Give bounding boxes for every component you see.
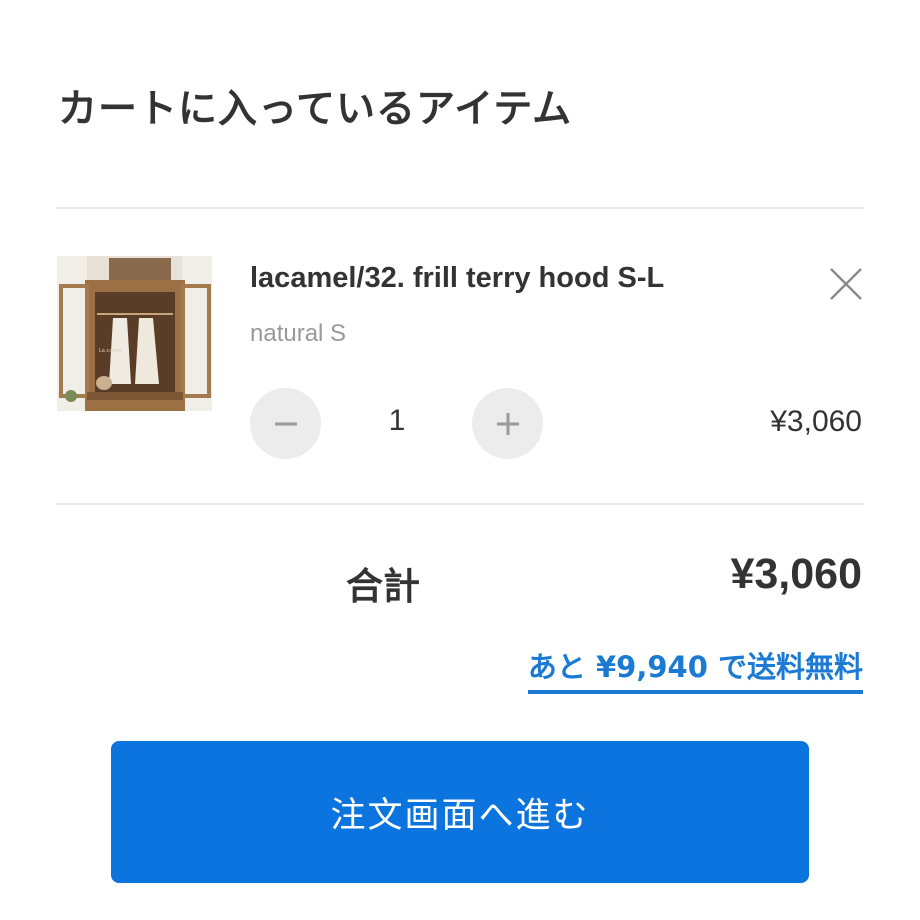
free-shipping-link[interactable]: あと ¥9,940 で送料無料 bbox=[527, 644, 863, 694]
remove-item-button[interactable] bbox=[822, 260, 870, 308]
divider-mid bbox=[57, 503, 863, 505]
close-icon bbox=[830, 268, 862, 300]
quantity-decrease-button[interactable] bbox=[250, 388, 321, 459]
cart-title: カートに入っているアイテム bbox=[58, 87, 573, 132]
divider-top bbox=[57, 207, 863, 209]
checkout-button[interactable]: 注文画面へ進む bbox=[111, 741, 809, 883]
plus-icon bbox=[496, 412, 519, 435]
photo-watermark: La.camel bbox=[99, 348, 122, 354]
product-name[interactable]: lacamel/32. frill terry hood S-L bbox=[250, 262, 664, 295]
quantity-increase-button[interactable] bbox=[472, 388, 543, 459]
quantity-value: 1 bbox=[388, 404, 406, 437]
clothes-cabinet-photo: La.camel bbox=[57, 256, 212, 411]
line-item-price: ¥3,060 bbox=[770, 405, 862, 438]
total-label: 合計 bbox=[346, 565, 420, 608]
total-value: ¥3,060 bbox=[730, 550, 862, 598]
minus-icon bbox=[274, 422, 297, 425]
product-variant: natural S bbox=[250, 320, 347, 347]
product-thumbnail[interactable]: La.camel bbox=[57, 256, 212, 411]
